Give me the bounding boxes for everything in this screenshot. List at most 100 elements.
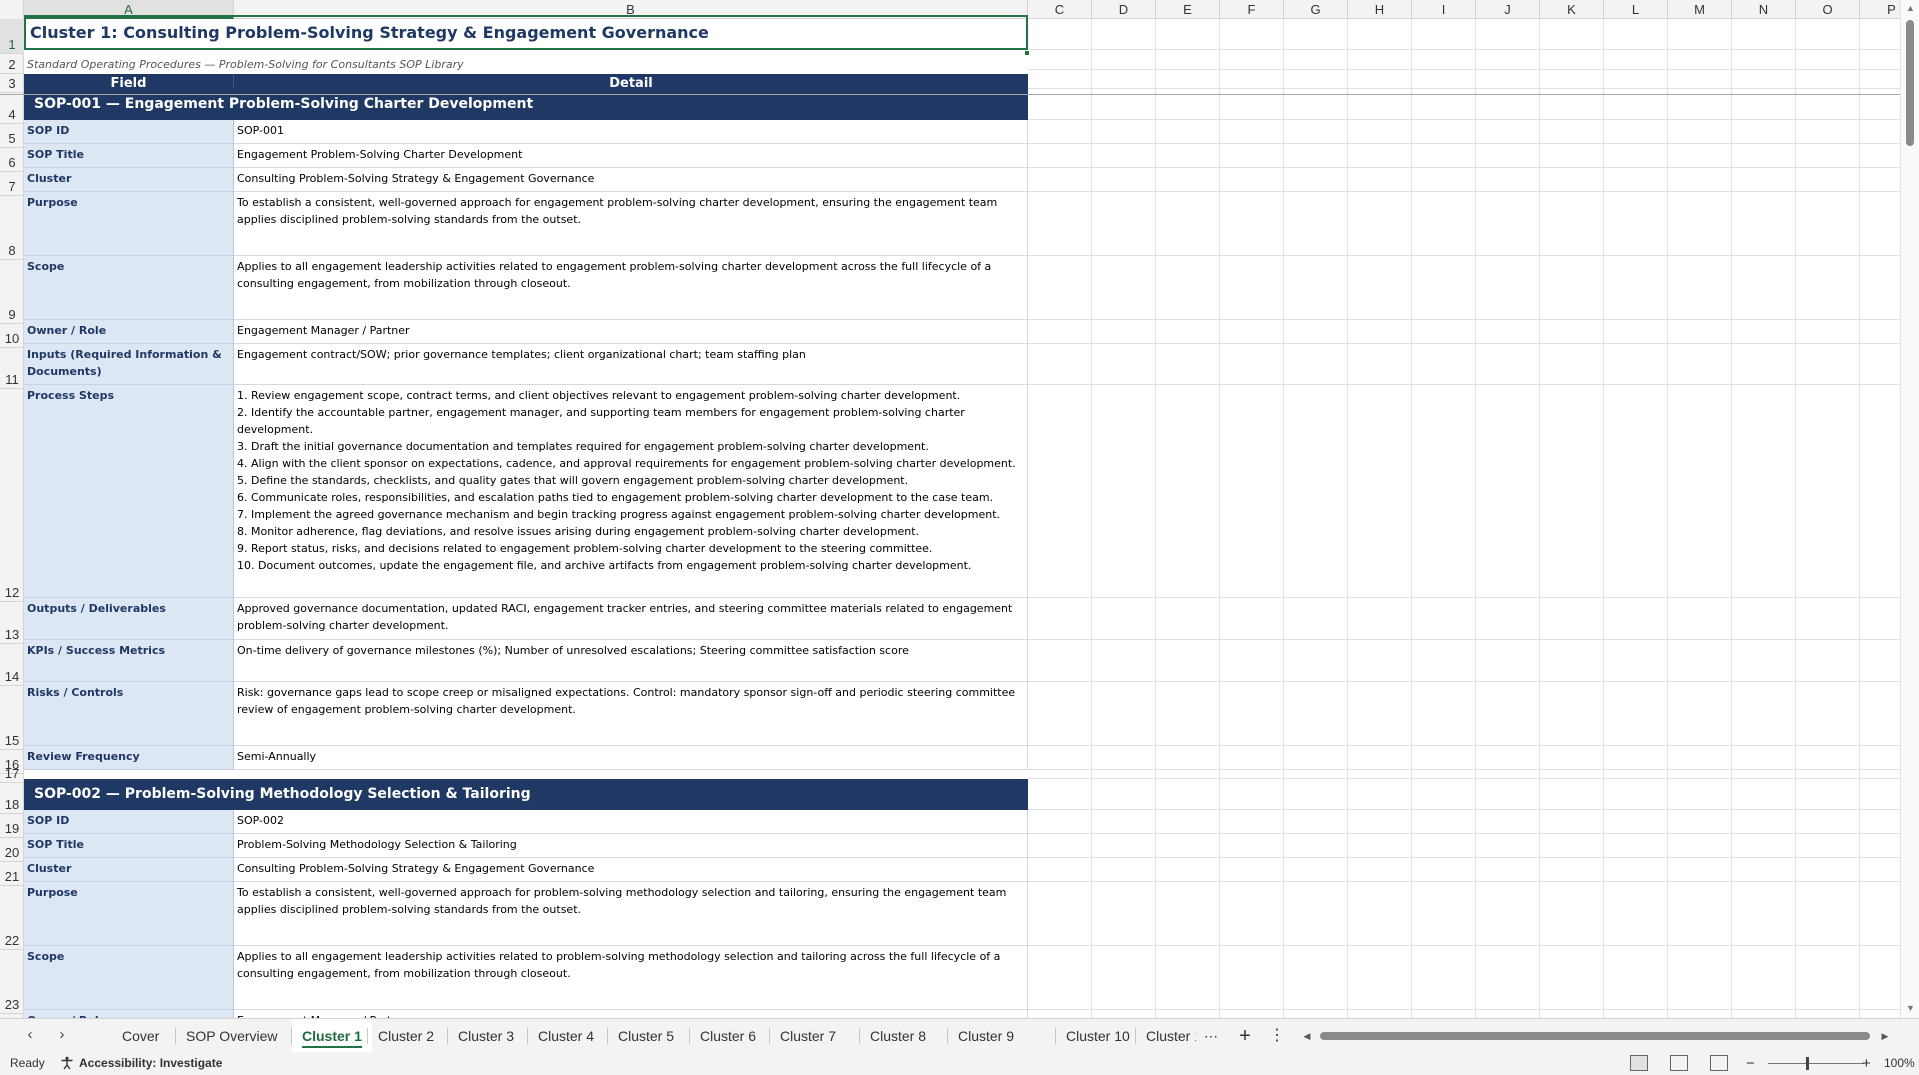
detail-value-cell[interactable]: Engagement Manager / Partner <box>234 1010 1028 1018</box>
zoom-in-icon[interactable]: + <box>1862 1052 1871 1075</box>
zoom-level[interactable]: 100% <box>1884 1052 1915 1075</box>
sheet-tab-cluster-4[interactable]: Cluster 4 <box>528 1019 604 1053</box>
row-header-2[interactable]: 2 <box>0 54 24 74</box>
row-header-22[interactable]: 22 <box>0 886 24 950</box>
page-break-view-icon[interactable] <box>1710 1055 1728 1071</box>
detail-value-cell[interactable]: Risk: governance gaps lead to scope cree… <box>234 682 1028 746</box>
sheet-tab-cluster-10[interactable]: Cluster 10 <box>1056 1019 1140 1053</box>
detail-value-cell[interactable]: On-time delivery of governance milestone… <box>234 640 1028 682</box>
column-header-m[interactable]: M <box>1668 0 1732 19</box>
field-label-cell[interactable]: Purpose <box>24 192 234 256</box>
detail-value-cell[interactable]: To establish a consistent, well-governed… <box>234 882 1028 946</box>
sheet-tab-cluster-1[interactable]: Cluster 1 <box>292 1019 372 1053</box>
field-label-cell[interactable]: Purpose <box>24 882 234 946</box>
field-label-cell[interactable]: Process Steps <box>24 385 234 598</box>
field-label-cell[interactable]: Scope <box>24 946 234 1010</box>
row-header-13[interactable]: 13 <box>0 602 24 644</box>
next-sheet-icon[interactable]: › <box>52 1025 72 1045</box>
zoom-slider-thumb[interactable] <box>1806 1057 1809 1070</box>
column-header-j[interactable]: J <box>1476 0 1540 19</box>
row-header-12[interactable]: 12 <box>0 389 24 602</box>
vertical-scroll-thumb[interactable] <box>1906 20 1914 146</box>
column-header-g[interactable]: G <box>1284 0 1348 19</box>
column-header-c[interactable]: C <box>1028 0 1092 19</box>
column-header-n[interactable]: N <box>1732 0 1796 19</box>
page-layout-view-icon[interactable] <box>1670 1055 1688 1071</box>
detail-value-cell[interactable]: Approved governance documentation, updat… <box>234 598 1028 640</box>
horizontal-scrollbar[interactable]: ◀ ▶ <box>1300 1029 1892 1043</box>
detail-value-cell[interactable]: SOP-002 <box>234 810 1028 834</box>
zoom-slider[interactable] <box>1768 1063 1864 1064</box>
accessibility-icon[interactable] <box>60 1052 74 1075</box>
row-header-17[interactable]: 17 <box>0 766 24 783</box>
row-header-11[interactable]: 11 <box>0 348 24 389</box>
sheet-tab-cluster-8[interactable]: Cluster 8 <box>860 1019 936 1053</box>
select-all-corner[interactable] <box>0 0 24 19</box>
column-header-l[interactable]: L <box>1604 0 1668 19</box>
row-header-19[interactable]: 19 <box>0 814 24 838</box>
cell-area[interactable]: Cluster 1: Consulting Problem-Solving St… <box>0 15 1900 1018</box>
scroll-left-icon[interactable]: ◀ <box>1300 1029 1314 1043</box>
field-label-cell[interactable]: SOP Title <box>24 144 234 168</box>
field-label-cell[interactable]: KPIs / Success Metrics <box>24 640 234 682</box>
sheet-tab-cluster-7[interactable]: Cluster 7 <box>770 1019 846 1053</box>
sheet-subtitle-cell[interactable]: Standard Operating Procedures — Problem-… <box>24 54 1028 74</box>
sheet-tab-cover[interactable]: Cover <box>112 1019 169 1053</box>
spreadsheet-grid[interactable]: ABCDEFGHIJKLMNOP 1 2 3 4 5 6 7 8 9 10 11 12 13 14 15 16… <box>0 0 1900 1018</box>
detail-value-cell[interactable]: SOP-001 <box>234 120 1028 144</box>
prev-sheet-icon[interactable]: ‹ <box>20 1025 40 1045</box>
scroll-up-icon[interactable]: ▲ <box>1901 0 1919 16</box>
detail-value-cell[interactable]: Applies to all engagement leadership act… <box>234 256 1028 320</box>
field-label-cell[interactable]: Risks / Controls <box>24 682 234 746</box>
row-header-9[interactable]: 9 <box>0 260 24 324</box>
detail-value-cell[interactable]: 1. Review engagement scope, contract ter… <box>234 385 1028 598</box>
sheet-tab-cluster-5[interactable]: Cluster 5 <box>608 1019 684 1053</box>
add-sheet-icon[interactable]: + <box>1234 1025 1256 1047</box>
empty-grid-area[interactable] <box>1028 19 1900 1018</box>
column-header-p[interactable]: P <box>1860 0 1900 19</box>
sheet-tab-cluster-2[interactable]: Cluster 2 <box>368 1019 444 1053</box>
row-header-18[interactable]: 18 <box>0 783 24 814</box>
sheet-tab-cluster-3[interactable]: Cluster 3 <box>448 1019 524 1053</box>
row-header-8[interactable]: 8 <box>0 196 24 260</box>
detail-value-cell[interactable]: Consulting Problem-Solving Strategy & En… <box>234 858 1028 882</box>
sheet-tab-sop-overview[interactable]: SOP Overview <box>176 1019 288 1053</box>
field-label-cell[interactable]: SOP Title <box>24 834 234 858</box>
horizontal-scroll-thumb[interactable] <box>1320 1032 1870 1040</box>
field-label-cell[interactable]: Owner / Role <box>24 320 234 344</box>
field-label-cell[interactable]: SOP ID <box>24 810 234 834</box>
field-label-cell[interactable]: Cluster <box>24 168 234 192</box>
field-label-cell[interactable]: Review Frequency <box>24 746 234 770</box>
accessibility-status[interactable]: Accessibility: Investigate <box>79 1052 222 1075</box>
detail-value-cell[interactable]: Engagement Manager / Partner <box>234 320 1028 344</box>
column-header-o[interactable]: O <box>1796 0 1860 19</box>
field-label-cell[interactable]: Scope <box>24 256 234 320</box>
row-header-21[interactable]: 21 <box>0 862 24 886</box>
field-label-cell[interactable]: Cluster <box>24 858 234 882</box>
row-header-1[interactable]: 1 <box>0 19 24 54</box>
row-header-3[interactable]: 3 <box>0 74 24 93</box>
sop-heading-band[interactable]: SOP-002 — Problem-Solving Methodology Se… <box>24 779 1028 810</box>
row-header-15[interactable]: 15 <box>0 686 24 750</box>
row-header-4[interactable]: 4 <box>0 93 24 124</box>
detail-value-cell[interactable]: Problem-Solving Methodology Selection & … <box>234 834 1028 858</box>
column-header-h[interactable]: H <box>1348 0 1412 19</box>
detail-value-cell[interactable]: Semi-Annually <box>234 746 1028 770</box>
column-header-e[interactable]: E <box>1156 0 1220 19</box>
scroll-right-icon[interactable]: ▶ <box>1878 1029 1892 1043</box>
detail-value-cell[interactable]: To establish a consistent, well-governed… <box>234 192 1028 256</box>
column-header-d[interactable]: D <box>1092 0 1156 19</box>
field-label-cell[interactable]: Outputs / Deliverables <box>24 598 234 640</box>
vertical-scrollbar[interactable]: ▲ ▼ <box>1900 0 1919 1018</box>
row-header-23[interactable]: 23 <box>0 950 24 1014</box>
sheet-tab-cluster-6[interactable]: Cluster 6 <box>690 1019 766 1053</box>
detail-value-cell[interactable]: Engagement Problem-Solving Charter Devel… <box>234 144 1028 168</box>
field-label-cell[interactable]: SOP ID <box>24 120 234 144</box>
normal-view-icon[interactable] <box>1630 1055 1648 1071</box>
more-tabs-icon[interactable]: ⋯ <box>1200 1025 1222 1047</box>
scroll-down-icon[interactable]: ▼ <box>1901 1000 1919 1016</box>
row-header-14[interactable]: 14 <box>0 644 24 686</box>
field-label-cell[interactable]: Owner / Role <box>24 1010 234 1018</box>
row-header-20[interactable]: 20 <box>0 838 24 862</box>
more-options-icon[interactable]: ⋮ <box>1266 1025 1288 1047</box>
